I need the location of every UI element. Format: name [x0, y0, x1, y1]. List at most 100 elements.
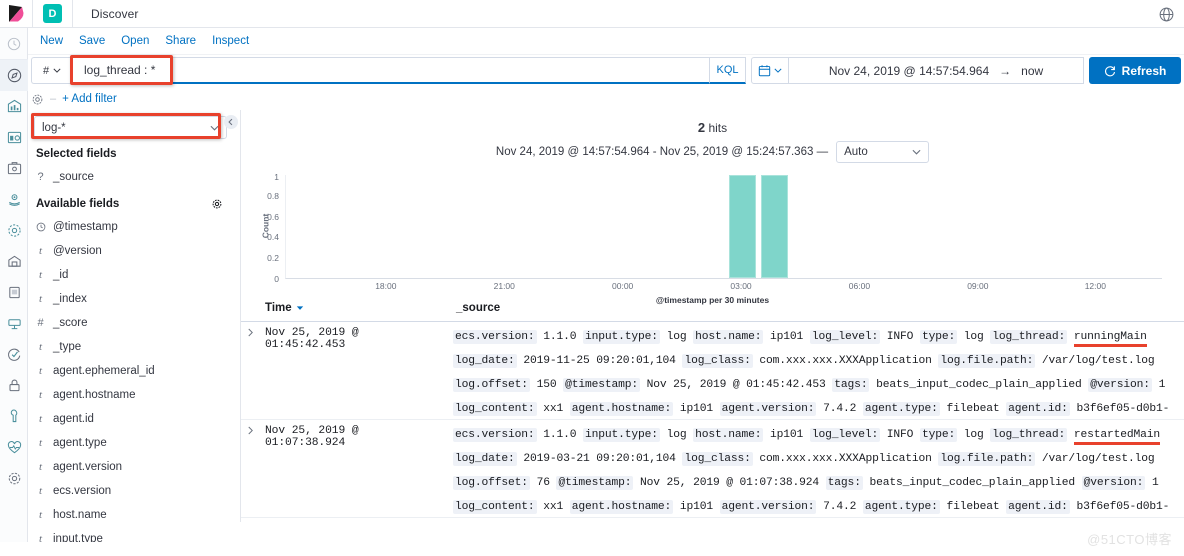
source-key: log_date: — [453, 354, 517, 368]
field-name: _source — [53, 171, 94, 183]
interval-select[interactable]: Auto — [836, 141, 930, 163]
histogram-chart[interactable]: Count 0 0.2 0.4 0.6 0.8 1 18:00 21:00 00… — [241, 172, 1184, 305]
rail-item-visualize[interactable] — [0, 91, 28, 122]
menu-item-save[interactable]: Save — [79, 35, 105, 47]
rail-item-infrastructure[interactable] — [0, 246, 28, 277]
column-header-time[interactable]: Time — [265, 302, 304, 314]
discover-main-panel: 2 hits Nov 24, 2019 @ 14:57:54.964 - Nov… — [240, 110, 1184, 522]
fields-sidebar: log-* Selected fields ? _source Availabl… — [28, 110, 233, 556]
bottom-strip — [0, 542, 1184, 556]
x-tick: 09:00 — [967, 281, 989, 291]
x-axis-ticks: 18:00 21:00 00:00 03:00 06:00 09:00 12:0… — [285, 281, 1162, 295]
field-type-selector[interactable]: # — [31, 57, 72, 84]
menu-item-new[interactable]: New — [40, 35, 63, 47]
globe-icon[interactable] — [1156, 4, 1176, 24]
rail-item-uptime[interactable] — [0, 339, 28, 370]
source-key: log_level: — [809, 428, 881, 442]
expand-row-icon[interactable] — [247, 426, 254, 435]
rail-item-dashboard[interactable] — [0, 122, 28, 153]
number-type-icon: # — [37, 317, 44, 329]
query-language-button[interactable]: KQL — [710, 57, 746, 84]
field-item-agent-ephemeral-id[interactable]: t agent.ephemeral_id — [28, 359, 233, 383]
rail-item-monitoring[interactable] — [0, 432, 28, 463]
field-item-_id[interactable]: t _id — [28, 263, 233, 287]
date-range-start[interactable]: Nov 24, 2019 @ 14:57:54.964 — [829, 64, 989, 78]
field-name: agent.ephemeral_id — [53, 365, 155, 377]
collapse-left-icon[interactable] — [224, 115, 238, 129]
rail-item-management[interactable] — [0, 463, 28, 494]
search-input[interactable]: log_thread : * — [72, 57, 710, 84]
chart-plot-area[interactable] — [285, 175, 1162, 279]
date-range-picker[interactable]: Nov 24, 2019 @ 14:57:54.964 → now — [789, 57, 1084, 84]
source-val: ip101 — [679, 501, 713, 513]
field-item-_source[interactable]: ? _source — [28, 165, 233, 189]
source-val: ip101 — [770, 429, 804, 441]
field-item-agent-type[interactable]: t agent.type — [28, 431, 233, 455]
rail-item-dev-tools[interactable] — [0, 401, 28, 432]
field-name: _id — [53, 269, 69, 281]
rail-item-logs[interactable] — [0, 277, 28, 308]
field-item-timestamp[interactable]: @timestamp — [28, 215, 233, 239]
menu-item-inspect[interactable]: Inspect — [212, 35, 249, 47]
table-row[interactable]: Nov 25, 2019 @ 01:07:38.924 ecs.version:… — [241, 420, 1184, 518]
source-key: tags: — [832, 378, 870, 392]
rail-item-canvas[interactable] — [0, 153, 28, 184]
field-item-_index[interactable]: t _index — [28, 287, 233, 311]
source-val: filebeat — [946, 403, 1000, 415]
x-tick: 18:00 — [375, 281, 397, 291]
field-item-agent-id[interactable]: t agent.id — [28, 407, 233, 431]
source-val-highlighted: runningMain — [1073, 331, 1147, 347]
field-item-_score[interactable]: # _score — [28, 311, 233, 335]
source-key: agent.type: — [862, 500, 940, 514]
field-item-host-name[interactable]: t host.name — [28, 503, 233, 527]
field-name: _score — [53, 317, 88, 329]
rail-item-recently-viewed[interactable] — [0, 28, 28, 60]
field-item-version[interactable]: t @version — [28, 239, 233, 263]
gear-icon[interactable] — [31, 93, 44, 106]
interval-value: Auto — [844, 146, 868, 158]
field-name: _type — [53, 341, 82, 353]
histogram-bar[interactable] — [729, 175, 757, 278]
field-item-agent-hostname[interactable]: t agent.hostname — [28, 383, 233, 407]
menu-item-share[interactable]: Share — [165, 35, 196, 47]
rail-item-maps[interactable] — [0, 184, 28, 215]
source-val: 7.4.2 — [823, 501, 857, 513]
field-item-_type[interactable]: t _type — [28, 335, 233, 359]
source-key: agent.id: — [1006, 402, 1070, 416]
hash-icon: # — [42, 64, 50, 77]
row-source: ecs.version: 1.1.0 input.type: log host.… — [453, 423, 1184, 517]
field-type-unknown-icon: ? — [37, 171, 44, 183]
refresh-button[interactable]: Refresh — [1089, 57, 1181, 84]
source-val: 76 — [536, 477, 550, 489]
kibana-logo-icon[interactable] — [0, 0, 32, 27]
field-item-ecs-version[interactable]: t ecs.version — [28, 479, 233, 503]
selected-fields-title: Selected fields — [36, 148, 117, 160]
field-item-agent-version[interactable]: t agent.version — [28, 455, 233, 479]
source-line: log.offset: 150 @timestamp: Nov 25, 2019… — [453, 373, 1184, 397]
rail-item-machine-learning[interactable] — [0, 215, 28, 246]
column-header-source[interactable]: _source — [456, 302, 500, 314]
index-pattern-select[interactable]: log-* — [34, 116, 227, 139]
expand-row-icon[interactable] — [247, 328, 254, 337]
source-key: agent.version: — [719, 402, 817, 416]
source-val: xx1 — [543, 403, 564, 415]
rail-item-apm[interactable] — [0, 308, 28, 339]
add-filter-button[interactable]: + Add filter — [62, 93, 117, 105]
table-row[interactable]: Nov 25, 2019 @ 01:45:42.453 ecs.version:… — [241, 322, 1184, 420]
gear-icon[interactable] — [211, 198, 223, 210]
source-val: /var/log/test.log — [1041, 453, 1155, 465]
rail-item-siem[interactable] — [0, 370, 28, 401]
source-val: 2019-11-25 09:20:01,104 — [523, 355, 676, 367]
field-name: agent.id — [53, 413, 94, 425]
date-range-end[interactable]: now — [1021, 64, 1043, 78]
source-val: b3f6ef05-d0b1- — [1076, 403, 1170, 415]
menu-item-open[interactable]: Open — [121, 35, 149, 47]
header-divider — [32, 0, 33, 27]
source-line: log_content: xx1 agent.hostname: ip101 a… — [453, 397, 1184, 419]
source-key: type: — [919, 330, 958, 344]
date-quick-select-button[interactable] — [751, 57, 789, 84]
rail-item-discover[interactable] — [0, 60, 28, 91]
histogram-bar[interactable] — [760, 175, 788, 278]
source-val: log — [963, 331, 984, 343]
source-line: ecs.version: 1.1.0 input.type: log host.… — [453, 325, 1184, 349]
